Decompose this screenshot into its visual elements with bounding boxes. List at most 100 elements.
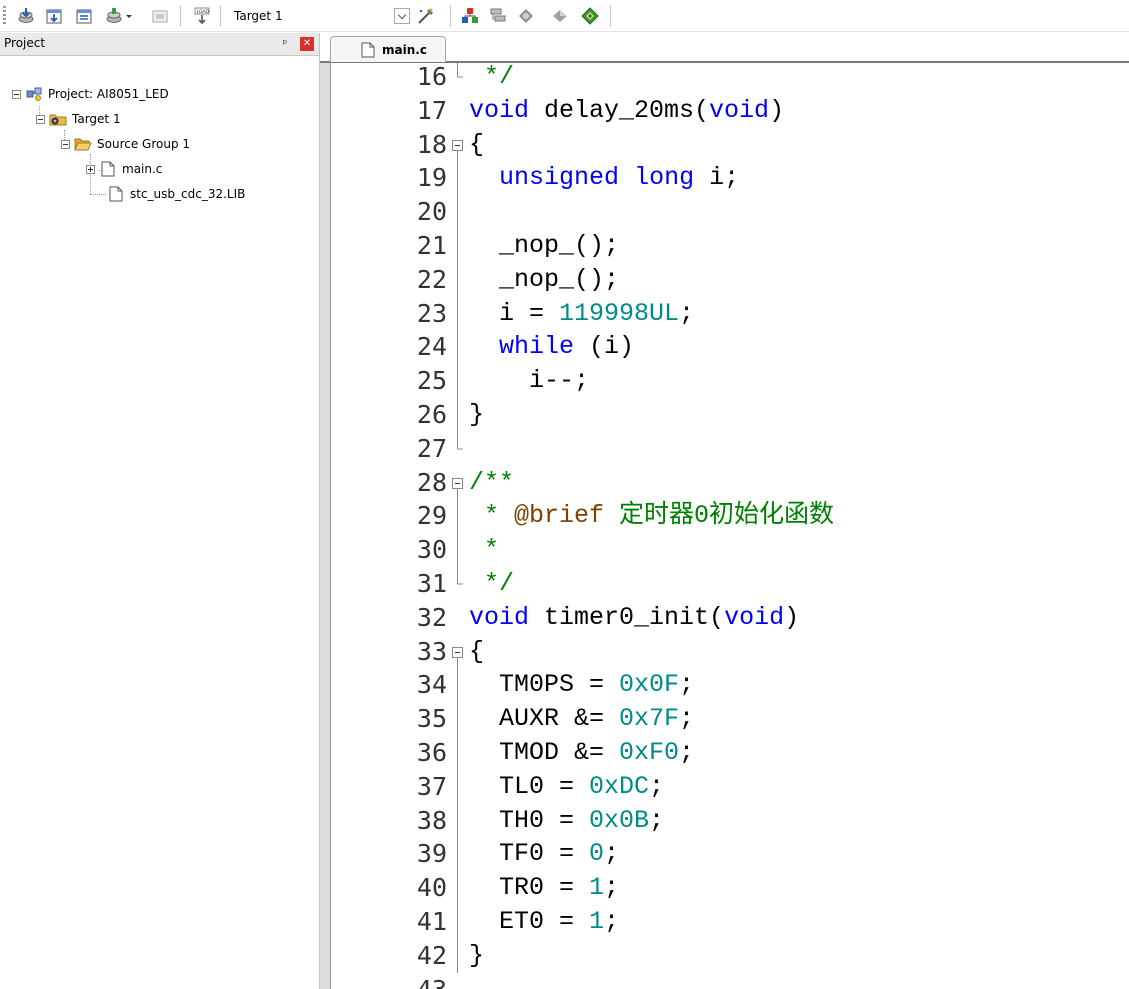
tree-label-file: stc_usb_cdc_32.LIB [130,187,246,201]
expand-toggle[interactable] [86,164,95,174]
fold-marker [451,837,465,872]
code-line[interactable]: 26} [331,398,1129,432]
code-text[interactable]: */ [469,63,514,94]
manage-components-icon[interactable] [488,6,508,26]
close-icon[interactable]: ✕ [300,37,314,51]
editor-tab-bar: main.c [320,33,1129,63]
code-line[interactable]: 33 { [331,635,1129,669]
chevron-down-icon[interactable] [124,6,134,26]
line-number: 21 [416,231,447,260]
code-text[interactable]: /** [469,466,514,500]
rebuild-icon[interactable] [74,6,94,26]
code-text[interactable]: i--; [469,364,589,398]
select-packs-icon[interactable] [516,6,536,26]
code-line[interactable]: 24 while (i) [331,330,1129,365]
target-dropdown[interactable] [394,8,410,24]
code-text[interactable]: void delay_20ms(void) [469,94,784,128]
code-line[interactable]: 27 [331,431,1129,466]
code-line[interactable]: 37 TL0 = 0xDC; [331,769,1129,804]
fold-toggle-icon[interactable] [451,128,465,162]
translate-icon[interactable] [16,6,36,26]
code-text[interactable]: } [469,398,484,432]
code-line[interactable]: 23 i = 119998UL; [331,296,1129,331]
tree-node-file[interactable]: main.c [86,158,162,180]
tree-node-source-group[interactable]: Source Group 1 [61,133,190,155]
code-text[interactable]: i = 119998UL; [469,297,694,331]
code-text[interactable]: } [469,939,484,973]
code-text[interactable]: _nop_(); [469,229,619,263]
code-line[interactable]: 40 TR0 = 1; [331,871,1129,906]
pack-installer-icon[interactable] [550,6,570,26]
line-number: 27 [416,433,447,463]
target-select[interactable]: Target 1 [228,5,384,27]
collapse-toggle[interactable] [12,89,21,99]
tree-label-file: main.c [122,162,163,176]
project-panel-title: Project [4,36,46,50]
code-line[interactable]: 32 void timer0_init(void) [331,601,1129,635]
code-text[interactable]: TM0PS = 0x0F; [469,668,694,702]
collapse-toggle[interactable] [61,139,70,149]
code-line[interactable]: 36 TMOD &= 0xF0; [331,736,1129,770]
code-text[interactable]: * [469,533,499,567]
fold-marker [451,364,465,399]
code-line[interactable]: 18 { [331,128,1129,162]
fold-marker [451,938,465,973]
code-line[interactable]: 41 ET0 = 1; [331,905,1129,939]
code-text[interactable]: { [469,635,484,669]
code-text[interactable]: _nop_(); [469,263,619,297]
code-line[interactable]: 28 /** [331,466,1129,500]
code-text[interactable]: { [469,128,484,162]
code-line[interactable]: 43 [331,973,1129,989]
toolbar-grip[interactable] [3,6,6,26]
code-text[interactable]: TL0 = 0xDC; [469,770,664,804]
code-line[interactable]: 16 */ [331,63,1129,94]
code-text[interactable]: while (i) [469,330,634,364]
collapse-toggle[interactable] [36,114,45,124]
code-text[interactable]: ET0 = 1; [469,905,619,939]
tree-node-target[interactable]: Target 1 [36,108,121,130]
line-number: 37 [416,771,447,801]
code-line[interactable]: 35 AUXR &= 0x7F; [331,702,1129,737]
code-text[interactable]: * @brief 定时器0初始化函数 [469,499,834,533]
batch-build-icon[interactable] [104,6,124,26]
code-line[interactable]: 34 TM0PS = 0x0F; [331,668,1129,703]
line-number: 28 [416,467,447,497]
code-editor[interactable]: 16 */17 void delay_20ms(void) 18{19 unsign… [330,63,1129,989]
code-text[interactable]: void timer0_init(void) [469,601,799,635]
code-line[interactable]: 22 _nop_(); [331,262,1129,297]
code-text[interactable]: TH0 = 0x0B; [469,804,664,838]
code-line[interactable]: 42} [331,938,1129,973]
tab-main-c[interactable]: main.c [330,36,446,62]
code-line[interactable]: 21 _nop_(); [331,229,1129,263]
code-line[interactable]: 31 */ [331,567,1129,601]
stop-build-icon[interactable] [150,6,170,26]
fold-toggle-icon[interactable] [451,635,465,669]
code-line[interactable]: 20 [331,195,1129,230]
code-text[interactable]: TR0 = 1; [469,871,619,905]
code-line[interactable]: 29 * @brief 定时器0初始化函数 [331,499,1129,534]
line-number: 23 [416,298,447,328]
code-text[interactable]: AUXR &= 0x7F; [469,702,694,736]
build-icon[interactable] [44,6,64,26]
fold-toggle-icon[interactable] [451,466,465,500]
code-line[interactable]: 19 unsigned long i; [331,161,1129,196]
code-text[interactable]: TF0 = 0; [469,837,619,871]
code-line[interactable]: 38 TH0 = 0x0B; [331,803,1129,838]
line-number: 42 [416,940,447,970]
download-icon[interactable]: LOAD [192,6,212,26]
code-text[interactable]: unsigned long i; [469,161,739,195]
code-line[interactable]: 30 * [331,533,1129,568]
file-extensions-icon[interactable] [460,6,480,26]
code-line[interactable]: 39 TF0 = 0; [331,837,1129,872]
fold-marker [451,431,465,466]
target-options-icon[interactable] [416,6,436,26]
code-text[interactable]: */ [469,567,514,601]
code-line[interactable]: 25 i--; [331,364,1129,399]
tree-node-file[interactable]: stc_usb_cdc_32.LIB [99,183,245,205]
code-line[interactable]: 17 void delay_20ms(void) [331,94,1129,128]
pin-icon[interactable]: ᵖ [279,37,291,50]
fold-marker [451,94,465,128]
debug-settings-icon[interactable] [580,6,600,26]
code-text[interactable]: TMOD &= 0xF0; [469,736,694,770]
tree-node-project[interactable]: Project: AI8051_LED [12,83,169,105]
